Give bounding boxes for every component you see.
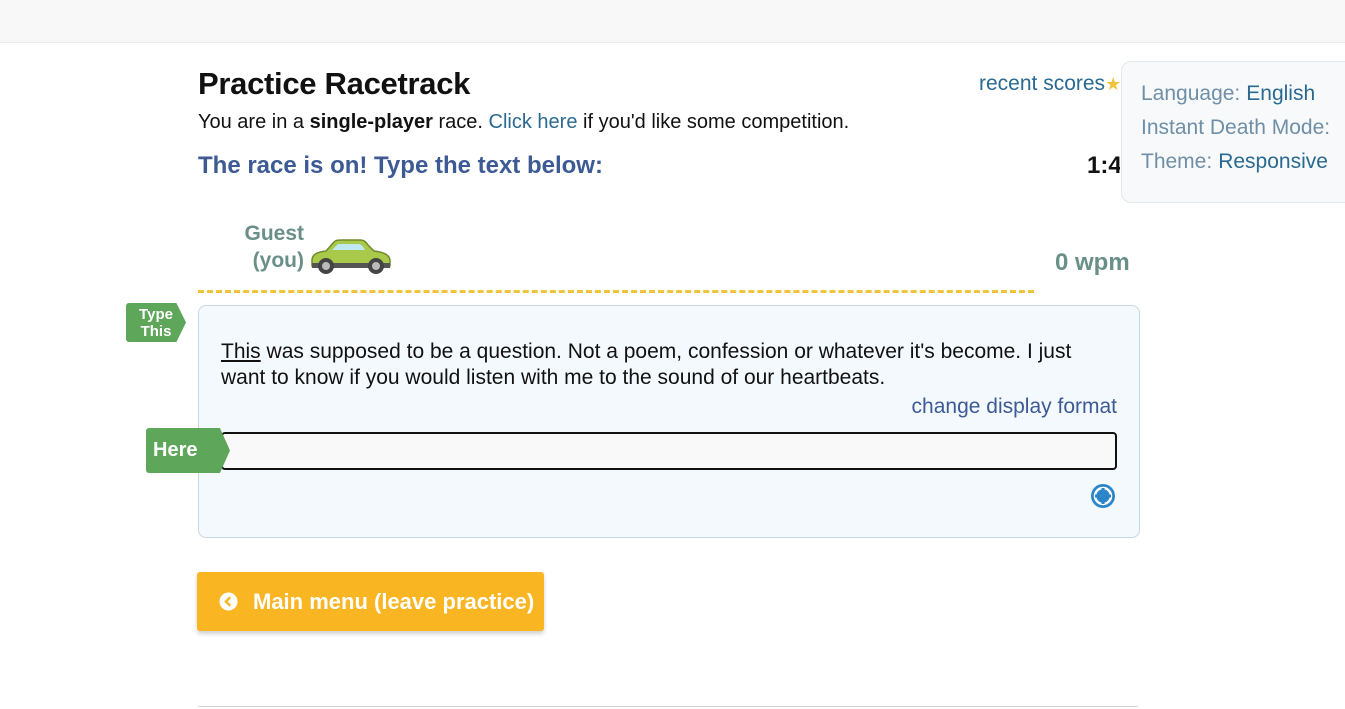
- section-divider: [198, 706, 1138, 707]
- car-hub-rear: [372, 262, 380, 270]
- instant-death-setting: Instant Death Mode:: [1141, 116, 1330, 140]
- racer-name-line1: Guest: [244, 222, 304, 245]
- competition-link[interactable]: Click here: [489, 111, 578, 133]
- current-word: This: [221, 340, 261, 363]
- chevron-left-circle-icon: [219, 592, 238, 611]
- wpm-readout: 0 wpm: [1055, 249, 1130, 276]
- help-icon[interactable]: [1090, 483, 1116, 509]
- typing-input[interactable]: [221, 432, 1117, 470]
- subline-suffix: if you'd like some competition.: [577, 111, 850, 133]
- star-icon: ★: [1105, 74, 1122, 94]
- passage-text: This was supposed to be a question. Not …: [221, 339, 1111, 391]
- typing-panel: This was supposed to be a question. Not …: [198, 305, 1140, 538]
- car-hub-front: [322, 262, 330, 270]
- main-menu-button[interactable]: Main menu (leave practice): [197, 572, 544, 631]
- instant-death-label: Instant Death Mode:: [1141, 116, 1331, 139]
- type-tag-line2: This: [140, 323, 172, 340]
- language-value[interactable]: English: [1246, 82, 1315, 105]
- race-status: The race is on! Type the text below:: [198, 152, 603, 179]
- recent-scores-link[interactable]: recent scores★: [979, 72, 1121, 96]
- race-timer: 1:4: [1087, 152, 1120, 179]
- here-tag: Here: [146, 428, 230, 473]
- subline-mid: race.: [432, 111, 489, 133]
- top-bar: [0, 0, 1345, 43]
- recent-scores-label: recent scores: [979, 72, 1106, 95]
- racer-name-line2: (you): [252, 249, 304, 272]
- subline-prefix: You are in a: [198, 111, 310, 133]
- page-title: Practice Racetrack: [198, 66, 471, 101]
- settings-panel: Language: English Instant Death Mode: The…: [1121, 61, 1345, 203]
- theme-setting: Theme: Responsive: [1141, 150, 1328, 174]
- language-label: Language:: [1141, 82, 1241, 105]
- language-setting: Language: English: [1141, 82, 1315, 106]
- subline-bold: single-player: [309, 111, 433, 133]
- remaining-text: was supposed to be a question. Not a poe…: [221, 340, 1072, 389]
- race-car-icon: [311, 239, 391, 274]
- type-tag-line1: Type: [139, 306, 173, 323]
- racer-name: Guest (you): [230, 220, 304, 274]
- race-track-line: [198, 290, 1034, 293]
- race-mode-description: You are in a single-player race. Click h…: [198, 111, 849, 134]
- type-this-tag: Type This: [126, 303, 186, 342]
- theme-value[interactable]: Responsive: [1218, 150, 1328, 173]
- theme-label: Theme:: [1141, 150, 1213, 173]
- change-display-format-link[interactable]: change display format: [912, 395, 1117, 419]
- main-menu-label: Main menu (leave practice): [253, 589, 535, 614]
